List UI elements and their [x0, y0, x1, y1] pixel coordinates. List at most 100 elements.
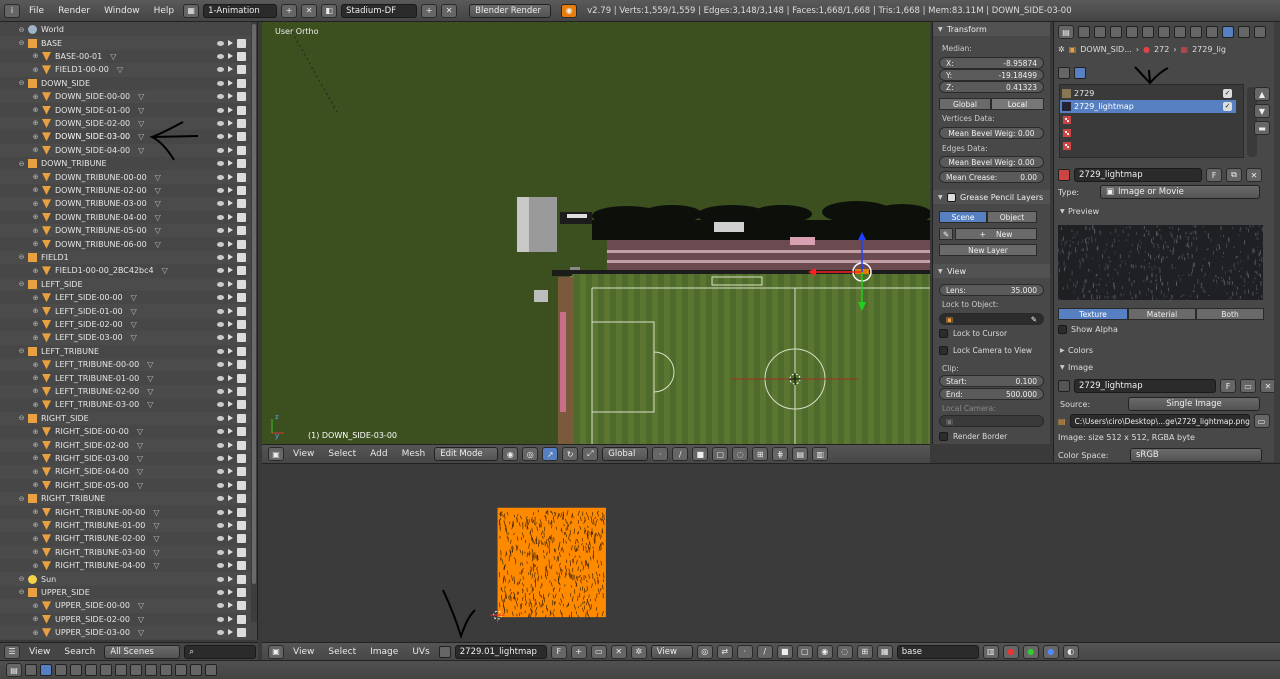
- mesh-data-icon[interactable]: ▽: [138, 615, 144, 624]
- texture-preview-tab[interactable]: Texture: [1058, 308, 1128, 320]
- duplicate-texture-icon[interactable]: ⧉: [1226, 168, 1242, 182]
- uv-new-image-icon[interactable]: +: [570, 644, 587, 659]
- mesh-data-icon[interactable]: ▽: [137, 441, 143, 450]
- mesh-data-icon[interactable]: ▽: [153, 548, 159, 557]
- outliner-row[interactable]: ⊕ DOWN_SIDE-04-00 ▽: [0, 143, 250, 157]
- cursor-select-icon[interactable]: [228, 441, 233, 448]
- median-z-field[interactable]: Z: 0.41323: [939, 81, 1044, 93]
- mesh-data-icon[interactable]: ▽: [155, 240, 161, 249]
- texture-slot-1-checkbox[interactable]: ✓: [1223, 89, 1232, 98]
- outliner-row[interactable]: ⊕ DOWN_SIDE-01-00 ▽: [0, 103, 250, 116]
- mesh-data-icon[interactable]: ▽: [131, 320, 137, 329]
- mesh-data-icon[interactable]: ▽: [147, 360, 153, 369]
- expand-icon[interactable]: ⊕: [32, 361, 39, 369]
- camera-icon[interactable]: [237, 105, 246, 115]
- edge-bevel-weight-field[interactable]: Mean Bevel Weig: 0.00: [939, 156, 1044, 168]
- constraints-tab-icon[interactable]: [1158, 26, 1170, 38]
- menu-render[interactable]: Render: [53, 6, 95, 16]
- render-preview-icon[interactable]: ▤: [792, 447, 809, 461]
- mesh-data-icon[interactable]: ▽: [155, 213, 161, 222]
- cursor-select-icon[interactable]: [228, 173, 233, 180]
- render-tab-icon[interactable]: [1078, 26, 1090, 38]
- mesh-data-icon[interactable]: ▽: [117, 65, 123, 74]
- eye-icon[interactable]: [217, 120, 224, 126]
- image-fake-user-button[interactable]: F: [1220, 379, 1236, 393]
- scene-button[interactable]: Scene: [939, 211, 987, 223]
- manipulator-icon[interactable]: ↗: [542, 447, 559, 461]
- cursor-select-icon[interactable]: [228, 575, 233, 582]
- camera-icon[interactable]: [237, 480, 246, 490]
- expand-icon[interactable]: ⊕: [32, 307, 39, 315]
- eye-icon[interactable]: [217, 228, 224, 234]
- outliner-row[interactable]: ⊕ RIGHT_SIDE-03-00 ▽: [0, 452, 250, 465]
- camera-icon[interactable]: [237, 212, 246, 222]
- expand-icon[interactable]: ⊕: [32, 468, 39, 476]
- eye-icon[interactable]: [217, 134, 224, 140]
- image-browse-icon[interactable]: [1058, 380, 1070, 392]
- collapse-icon[interactable]: ⊖: [18, 575, 25, 583]
- mesh-menu[interactable]: Mesh: [397, 449, 431, 459]
- camera-icon[interactable]: [237, 360, 246, 370]
- eye-icon[interactable]: [217, 53, 224, 59]
- bottom-tool-13-icon[interactable]: [205, 664, 217, 676]
- mesh-data-icon[interactable]: ▽: [137, 427, 143, 436]
- image-source-dropdown[interactable]: Single Image: [1128, 397, 1260, 411]
- cursor-select-icon[interactable]: [228, 66, 233, 73]
- uv-open-image-icon[interactable]: ▭: [590, 644, 607, 659]
- particles-tab-icon[interactable]: [1238, 26, 1250, 38]
- bottom-tool-9-icon[interactable]: [145, 664, 157, 676]
- cursor-select-icon[interactable]: [228, 548, 233, 555]
- mesh-data-icon[interactable]: ▽: [131, 333, 137, 342]
- expand-icon[interactable]: ⊕: [32, 401, 39, 409]
- transform-panel-title[interactable]: Transform: [933, 22, 1050, 36]
- mesh-data-icon[interactable]: ▽: [137, 454, 143, 463]
- image-panel-title[interactable]: Image: [1058, 360, 1266, 374]
- eye-icon[interactable]: [217, 174, 224, 180]
- cursor-select-icon[interactable]: [228, 347, 233, 354]
- camera-icon[interactable]: [237, 185, 246, 195]
- mesh-data-icon[interactable]: ▽: [153, 561, 159, 570]
- green-channel-icon[interactable]: ●: [1022, 644, 1039, 659]
- lock-camera-toggle[interactable]: Lock Camera to View: [939, 346, 1032, 355]
- expand-icon[interactable]: ⊕: [32, 213, 39, 221]
- add-menu[interactable]: Add: [365, 449, 392, 459]
- eye-icon[interactable]: [217, 429, 224, 435]
- mesh-data-icon[interactable]: ▽: [137, 467, 143, 476]
- cursor-select-icon[interactable]: [228, 495, 233, 502]
- pin-image-icon[interactable]: ✲: [630, 644, 647, 659]
- cursor-select-icon[interactable]: [228, 629, 233, 636]
- scene-tab-icon[interactable]: [1110, 26, 1122, 38]
- outliner-row[interactable]: ⊕ LEFT_TRIBUNE-02-00 ▽: [0, 384, 250, 399]
- eye-icon[interactable]: [217, 415, 224, 421]
- camera-icon[interactable]: [237, 440, 246, 450]
- camera-icon[interactable]: [237, 601, 246, 611]
- browse-folder-icon[interactable]: ▭: [1253, 414, 1270, 428]
- uv-face-select-icon[interactable]: ■: [776, 644, 793, 659]
- layout-grid-icon[interactable]: ▦: [183, 3, 200, 18]
- mesh-data-icon[interactable]: ▽: [153, 521, 159, 530]
- eye-icon[interactable]: [217, 536, 224, 542]
- outliner-scrollbar[interactable]: [251, 22, 257, 622]
- uv-sync-icon[interactable]: ⇄: [716, 644, 733, 659]
- outliner-search-menu[interactable]: Search: [59, 647, 100, 657]
- render-border-checkbox[interactable]: [939, 432, 948, 441]
- mesh-data-icon[interactable]: ▽: [110, 52, 116, 61]
- camera-icon[interactable]: [237, 38, 246, 48]
- cursor-select-icon[interactable]: [228, 508, 233, 515]
- render-engine-dropdown[interactable]: Blender Render: [469, 3, 552, 18]
- eye-icon[interactable]: [217, 295, 224, 301]
- pivot-point-icon[interactable]: ◎: [522, 447, 539, 461]
- outliner-row[interactable]: ⊖ DOWN_TRIBUNE: [0, 157, 250, 170]
- global-button[interactable]: Global: [939, 98, 991, 110]
- scene-icon[interactable]: ◧: [321, 3, 338, 18]
- camera-icon[interactable]: [237, 534, 246, 544]
- brush-texture-icon[interactable]: [1058, 67, 1070, 79]
- camera-icon[interactable]: [237, 413, 246, 423]
- pin-icon[interactable]: ✲: [1058, 45, 1065, 54]
- camera-icon[interactable]: [237, 561, 246, 571]
- mesh-data-icon[interactable]: ▽: [155, 173, 161, 182]
- show-alpha-toggle[interactable]: Show Alpha: [1058, 325, 1118, 334]
- outliner-row[interactable]: ⊕ DOWN_TRIBUNE-06-00 ▽: [0, 237, 250, 250]
- outliner-row[interactable]: ⊕ UPPER_SIDE-02-00 ▽: [0, 613, 250, 626]
- object-button[interactable]: Object: [987, 211, 1037, 223]
